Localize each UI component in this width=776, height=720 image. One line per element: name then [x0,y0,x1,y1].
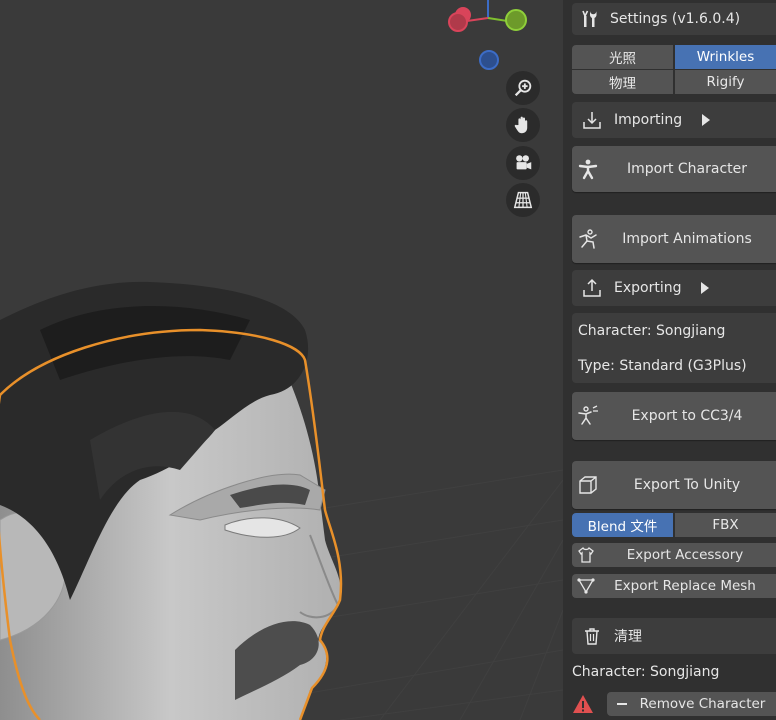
zoom-button[interactable] [506,71,540,105]
tab-physics[interactable]: 物理 [572,70,673,94]
pan-button[interactable] [506,108,540,142]
importing-label: Importing [614,112,683,128]
settings-panel-header[interactable]: Settings (v1.6.0.4) [572,3,776,35]
character-icon [578,159,598,180]
import-animations-label: Import Animations [622,231,752,247]
export-unity-label: Export To Unity [633,477,741,493]
mesh-icon [577,578,595,594]
viewport-scene [0,0,563,720]
tab-rigify[interactable]: Rigify [675,70,776,94]
character-name-text: Character: Songjiang [578,323,726,339]
tab-lighting[interactable]: 光照 [572,45,673,69]
zoom-icon [514,79,532,97]
format-fbx-tab[interactable]: FBX [675,513,776,537]
camera-button[interactable] [506,146,540,180]
export-accessory-button[interactable]: Export Accessory [572,543,776,567]
export-cc-label: Export to CC3/4 [631,408,743,424]
shirt-icon [578,547,594,563]
importing-section-header[interactable]: Importing [572,102,776,138]
cleanup-label: 清理 [614,629,642,645]
format-blend-tab[interactable]: Blend 文件 [572,513,673,537]
wrench-screwdriver-icon [582,10,597,27]
cleanup-section-header[interactable]: 清理 [572,618,776,654]
pan-hand-icon [514,116,528,134]
import-icon [583,112,601,129]
import-character-button[interactable]: Import Character [572,146,776,192]
import-animations-button[interactable]: Import Animations [572,215,776,263]
n-panel-sidebar: Settings (v1.6.0.4) 光照 Wrinkles 物理 Rigif… [563,0,776,720]
3d-viewport[interactable] [0,0,563,720]
perspective-grid-icon [513,191,533,209]
export-accessory-label: Export Accessory [626,547,744,563]
cleanup-character-text: Character: Songjiang [572,664,720,680]
camera-icon [516,155,532,170]
perspective-toggle-button[interactable] [506,183,540,217]
character-export-icon [578,405,598,425]
settings-label: Settings (v1.6.0.4) [610,11,741,27]
cube-icon [579,476,597,494]
export-replace-mesh-label: Export Replace Mesh [614,578,756,594]
character-type-text: Type: Standard (G3Plus) [578,358,747,374]
tab-wrinkles[interactable]: Wrinkles [675,45,776,69]
exporting-label: Exporting [614,280,682,296]
tab-row-2: 物理 Rigify [572,70,776,94]
expand-triangle-icon [701,282,710,294]
remove-character-label: Remove Character [639,696,766,712]
tab-row-1: 光照 Wrinkles [572,45,776,69]
minus-icon [617,703,627,705]
export-cc-button[interactable]: Export to CC3/4 [572,392,776,440]
axis-gizmo [448,0,527,70]
animation-icon [579,229,597,249]
export-unity-button[interactable]: Export To Unity [572,461,776,509]
trash-icon [585,628,599,645]
export-format-tabs: Blend 文件 FBX [572,513,776,537]
export-icon [583,278,601,297]
exporting-section-header[interactable]: Exporting [572,270,776,306]
character-info-box: Character: Songjiang Type: Standard (G3P… [572,313,776,383]
expand-triangle-icon [702,114,711,126]
warning-icon [573,695,593,713]
export-replace-mesh-button[interactable]: Export Replace Mesh [572,574,776,598]
import-character-label: Import Character [626,161,748,177]
remove-character-button[interactable]: Remove Character [607,692,776,716]
